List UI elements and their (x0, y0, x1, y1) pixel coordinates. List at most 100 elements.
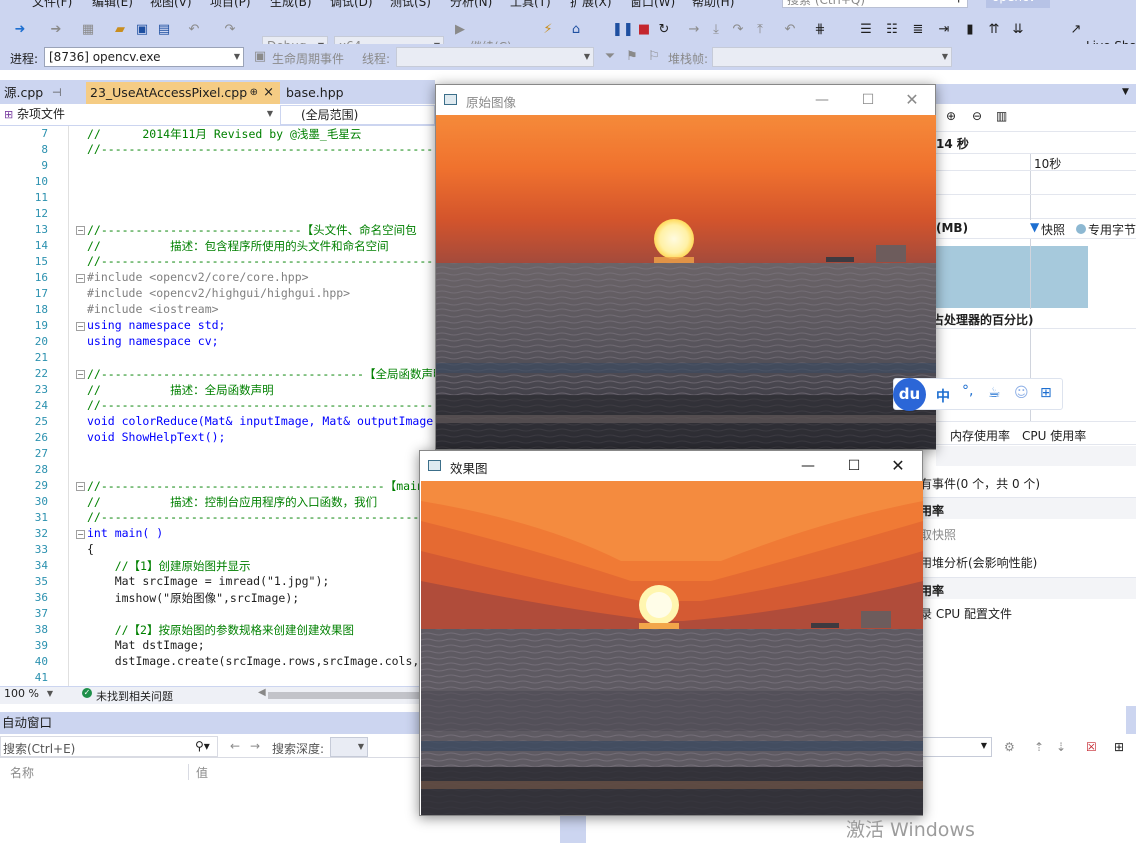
play-icon[interactable]: ▶ (452, 22, 468, 38)
close-icon[interactable]: × (263, 82, 274, 104)
tab-memory-usage[interactable]: 内存使用率 (950, 427, 1010, 444)
punctuation-icon[interactable]: °, (962, 383, 973, 399)
code-line[interactable]: { (87, 542, 94, 556)
fold-toggle-icon[interactable]: − (76, 370, 85, 379)
menu-tools[interactable]: 工具(T) (510, 0, 551, 10)
ime-toolbar[interactable]: du 中 °, ☕ ☺ ⊞ (893, 378, 1063, 411)
screenshot-icon[interactable]: ⌂ (568, 22, 584, 38)
code-line[interactable]: // 2014年11月 Revised by @浅墨_毛星云 (87, 126, 361, 142)
forward-icon[interactable]: ➔ (48, 22, 64, 38)
zoom-select[interactable]: 100 % ▼ (0, 687, 56, 703)
user-icon[interactable]: ☺ (1014, 385, 1029, 401)
tab-source-cpp[interactable]: 源.cpp (0, 82, 47, 104)
heap-profiling-toggle[interactable]: 用堆分析(会影响性能) (920, 554, 1037, 571)
skin-icon[interactable]: ☕ (988, 385, 1001, 401)
stop-icon[interactable]: ■ (636, 22, 652, 38)
code-line[interactable]: using namespace std; (87, 318, 225, 332)
code-editor[interactable]: 7 // 2014年11月 Revised by @浅墨_毛星云 8 //------… (0, 126, 435, 686)
zoom-in-icon[interactable]: ⊕ (946, 109, 956, 123)
forward-arrow-icon[interactable]: → (250, 739, 260, 753)
fold-toggle-icon[interactable]: − (76, 226, 85, 235)
code-line[interactable]: //--------------------------------------… (87, 366, 435, 382)
flag-icon[interactable]: ⚑ (624, 49, 640, 65)
zoom-out-icon[interactable]: ⊖ (972, 109, 982, 123)
uncomment-icon[interactable]: ☷ (884, 22, 900, 38)
code-line[interactable]: // 描述：全局函数声明 (87, 382, 274, 398)
project-select[interactable]: ⊞ 杂项文件 ▼ (0, 105, 276, 125)
pause-icon[interactable]: ❚❚ (612, 22, 634, 38)
code-line[interactable]: // 描述：包含程序所使用的头文件和命名空间 (87, 238, 389, 254)
menu-file[interactable]: 文件(F) (32, 0, 72, 10)
comment-icon[interactable]: ☰ (858, 22, 874, 38)
save-all-icon[interactable]: ▤ (156, 22, 172, 38)
menu-edit[interactable]: 编辑(E) (92, 0, 133, 10)
step-out-icon[interactable]: ⤒ (752, 22, 768, 38)
step-into-icon[interactable]: ⤓ (708, 22, 724, 38)
save-icon[interactable]: ▣ (134, 22, 150, 38)
window-title-bar[interactable]: 效果图 — ☐ ✕ (420, 451, 922, 481)
fold-toggle-icon[interactable]: − (76, 274, 85, 283)
code-line[interactable]: #include <iostream> (87, 302, 219, 316)
code-line[interactable]: // 描述：控制台应用程序的入口函数，我们 (87, 494, 377, 510)
search-box[interactable]: 搜索 (Ctrl+Q) ⚲ (782, 0, 968, 8)
code-line[interactable]: //--------------------------------------… (87, 254, 435, 268)
scope-select[interactable]: (全局范围) (280, 105, 435, 125)
bookmark-icon[interactable]: ▮ (962, 22, 978, 38)
back-icon[interactable]: ➜ (12, 22, 28, 38)
back-arrow-icon[interactable]: ← (230, 739, 240, 753)
minimize-icon[interactable]: — (798, 456, 818, 476)
right-bottom-select[interactable]: ▼ (922, 737, 992, 757)
live-share-icon[interactable]: ↗ (1068, 22, 1084, 38)
pin-icon[interactable]: ⊕ (250, 82, 258, 104)
process-select[interactable]: [8736] opencv.exe ▼ (44, 47, 244, 67)
ime-mode-toggle[interactable]: 中 (936, 386, 950, 406)
code-line[interactable]: imshow("原始图像",srcImage); (87, 590, 299, 606)
menu-extensions[interactable]: 扩展(X) (570, 0, 612, 10)
redo-icon[interactable]: ↷ (222, 22, 238, 38)
scroll-left-icon[interactable]: ◀ (258, 687, 266, 698)
code-line[interactable]: //【2】按原始图的参数规格来创建创建效果图 (87, 622, 354, 638)
lifecycle-events-button[interactable]: 生命周期事件 (272, 50, 344, 67)
open-file-icon[interactable]: ▰ (112, 22, 128, 38)
menu-test[interactable]: 测试(S) (390, 0, 431, 10)
menu-debug[interactable]: 调试(D) (330, 0, 373, 10)
menu-project[interactable]: 项目(P) (210, 0, 251, 10)
column-divider[interactable] (188, 764, 189, 780)
bookmark-prev-icon[interactable]: ⇈ (986, 22, 1002, 38)
new-project-icon[interactable]: ▦ (80, 22, 96, 38)
code-line[interactable]: //【1】创建原始图并显示 (87, 558, 251, 574)
step-over-icon[interactable]: ↷ (730, 22, 746, 38)
show-next-statement-icon[interactable]: → (686, 22, 702, 38)
restart-icon[interactable]: ↻ (656, 22, 672, 38)
fold-toggle-icon[interactable]: − (76, 322, 85, 331)
code-line[interactable]: dstImage.create(srcImage.rows,srcImage.c… (87, 654, 420, 668)
fold-toggle-icon[interactable]: − (76, 482, 85, 491)
code-line[interactable]: Mat srcImage = imread("1.jpg"); (87, 574, 330, 588)
tab-use-at-access-pixel[interactable]: 23_UseAtAccessPixel.cpp ⊕ × (86, 82, 280, 104)
record-cpu-profile-button[interactable]: 录 CPU 配置文件 (920, 605, 1012, 622)
fold-toggle-icon[interactable]: − (76, 530, 85, 539)
indent-icon[interactable]: ⇥ (936, 22, 952, 38)
thread-select[interactable]: ▼ (396, 47, 594, 67)
chart-icon[interactable]: ▥ (996, 109, 1007, 123)
column-name[interactable]: 名称 (10, 764, 34, 781)
memory-graph[interactable] (936, 238, 1136, 309)
filter-icon[interactable]: ⏷ (602, 49, 618, 65)
close-icon[interactable]: ✕ (902, 90, 922, 110)
code-line[interactable]: Mat dstImage; (87, 638, 205, 652)
timeline[interactable]: 10秒 (936, 153, 1136, 220)
format-icon[interactable]: ≣ (910, 22, 926, 38)
menu-window[interactable]: 窗口(W) (630, 0, 675, 10)
delete-all-icon[interactable]: ☒ (1086, 740, 1097, 754)
bookmark-next-icon[interactable]: ⇊ (1010, 22, 1026, 38)
menu-analyze[interactable]: 分析(N) (450, 0, 492, 10)
maximize-icon[interactable]: ☐ (844, 456, 864, 476)
settings-icon[interactable]: ⚙ (1004, 740, 1015, 754)
maximize-icon[interactable]: ☐ (858, 90, 878, 110)
chevron-down-icon[interactable]: ▼ (1122, 87, 1129, 97)
threads-icon[interactable]: ⋕ (812, 22, 828, 38)
original-image-window[interactable]: 原始图像 — ☐ ✕ (435, 84, 936, 450)
search-depth-select[interactable]: ▼ (330, 737, 368, 757)
pin-icon[interactable]: ⊣ (48, 82, 66, 104)
menu-view[interactable]: 视图(V) (150, 0, 192, 10)
